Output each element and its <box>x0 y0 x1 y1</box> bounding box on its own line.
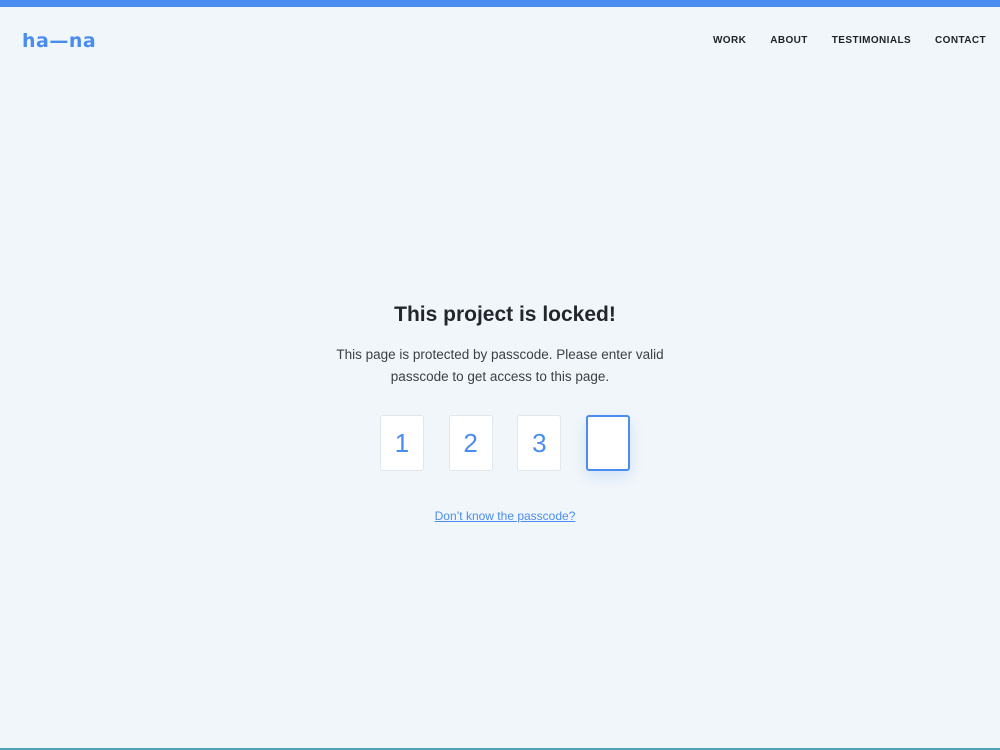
nav-item-work[interactable]: WORK <box>713 34 746 48</box>
site-header: ha—na WORK ABOUT TESTIMONIALS CONTACT <box>0 7 1000 75</box>
passcode-digit-2[interactable]: 2 <box>448 415 493 471</box>
passcode-digit-1[interactable]: 1 <box>380 415 424 471</box>
passcode-digit-4[interactable] <box>585 415 630 471</box>
passcode-panel: This project is locked! This page is pro… <box>0 300 1000 525</box>
passcode-inputs: 1 2 3 <box>370 415 630 475</box>
forgot-passcode-link[interactable]: Don’t know the passcode? <box>435 509 576 523</box>
passcode-description: This page is protected by passcode. Plea… <box>336 347 664 384</box>
page-title: This project is locked! <box>394 303 616 326</box>
nav-item-about[interactable]: ABOUT <box>770 34 808 48</box>
passcode-digit-3[interactable]: 3 <box>517 415 562 471</box>
top-accent-bar <box>0 0 1000 7</box>
site-logo[interactable]: ha—na <box>22 29 96 53</box>
nav-item-testimonials[interactable]: TESTIMONIALS <box>832 34 911 48</box>
nav-item-contact[interactable]: CONTACT <box>935 34 986 48</box>
main-nav: WORK ABOUT TESTIMONIALS CONTACT <box>689 34 986 48</box>
